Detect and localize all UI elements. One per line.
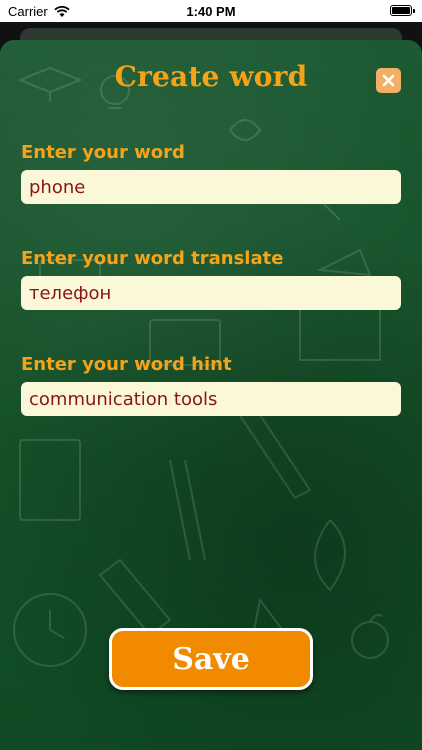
save-button[interactable]: Save xyxy=(109,628,313,690)
status-bar: Carrier 1:40 PM xyxy=(0,0,422,22)
hint-label: Enter your word hint xyxy=(21,354,232,375)
battery-icon xyxy=(390,5,415,16)
translate-input[interactable] xyxy=(21,276,401,310)
close-icon xyxy=(382,74,395,87)
hint-input[interactable] xyxy=(21,382,401,416)
page-title: Create word xyxy=(114,60,308,93)
status-time: 1:40 PM xyxy=(186,4,236,19)
word-input[interactable] xyxy=(21,170,401,204)
word-label: Enter your word xyxy=(21,142,185,163)
close-button[interactable] xyxy=(376,68,401,93)
translate-label: Enter your word translate xyxy=(21,248,284,269)
